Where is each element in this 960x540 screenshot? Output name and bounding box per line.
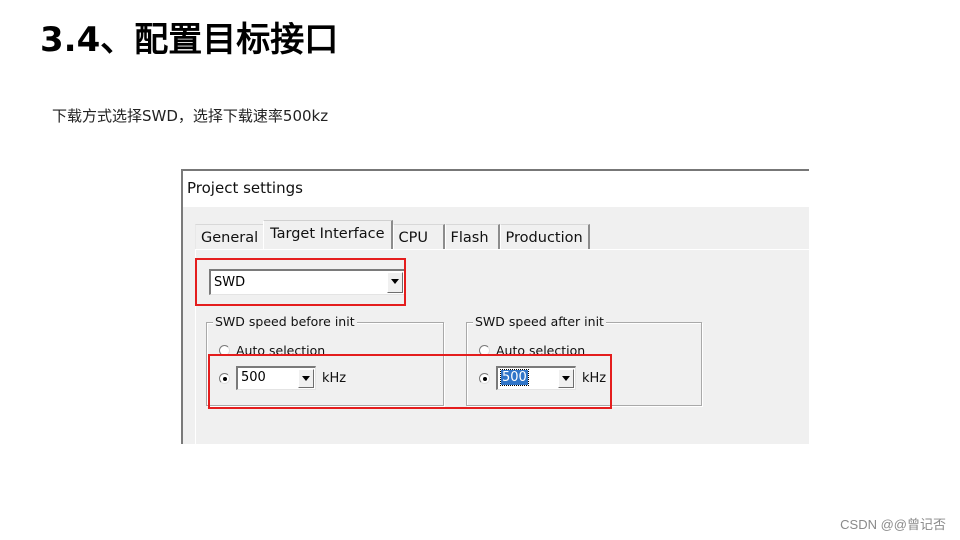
highlight-interface-box <box>195 258 406 306</box>
tab-bar: General Target Interface CPU Flash Produ… <box>195 219 590 250</box>
dialog-titlebar: Project settings <box>183 169 809 207</box>
tab-cpu[interactable]: CPU <box>392 224 445 249</box>
dialog-title: Project settings <box>187 179 303 197</box>
tab-production[interactable]: Production <box>499 224 590 249</box>
slide-description: 下载方式选择SWD，选择下载速率500kz <box>52 107 329 125</box>
speed-after-init-legend: SWD speed after init <box>473 314 606 329</box>
slide-title: 3.4、配置目标接口 <box>40 20 339 60</box>
tab-target-interface[interactable]: Target Interface <box>263 220 393 250</box>
tab-general[interactable]: General <box>195 224 264 249</box>
window-edge <box>181 169 183 444</box>
tab-flash[interactable]: Flash <box>444 224 500 249</box>
watermark: CSDN @@曾记否 <box>840 517 946 532</box>
highlight-speed-box <box>208 354 612 409</box>
speed-before-init-legend: SWD speed before init <box>213 314 357 329</box>
